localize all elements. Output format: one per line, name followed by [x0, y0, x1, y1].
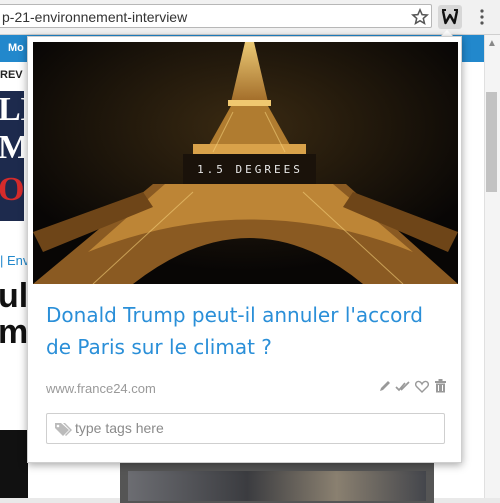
banner-line: OI	[0, 171, 24, 208]
section-label: REV	[0, 69, 23, 81]
breadcrumb[interactable]: | Env	[0, 253, 29, 268]
page-headline: ul m	[0, 278, 28, 350]
headline-line: ul	[0, 277, 29, 315]
site-banner: LE MI OI	[0, 91, 24, 221]
image-caption: 1.5 DEGREES	[197, 163, 303, 176]
banner-line: LE	[0, 91, 24, 128]
delete-trash-icon[interactable]	[434, 379, 447, 393]
wallabag-popup: 1.5 DEGREES Donald Trump peut-il annuler…	[27, 36, 462, 463]
edit-icon[interactable]	[378, 379, 392, 393]
scrollbar-thumb[interactable]	[486, 92, 497, 192]
bookmark-star-icon[interactable]	[411, 8, 429, 26]
wallabag-extension-button[interactable]	[438, 5, 462, 29]
article-actions	[378, 379, 450, 395]
scroll-up-arrow-icon[interactable]: ▲	[487, 38, 497, 49]
nav-label[interactable]: Mo	[8, 42, 24, 54]
article-title[interactable]: Donald Trump peut-il annuler l'accord de…	[46, 299, 451, 363]
mark-read-check-icon[interactable]	[395, 380, 411, 393]
wallabag-w-icon	[441, 9, 459, 25]
tags-icon	[55, 423, 72, 436]
article-image	[120, 463, 434, 503]
eiffel-tower-image: 1.5 DEGREES	[33, 42, 458, 284]
address-bar[interactable]: p-21-environnement-interview	[0, 4, 432, 28]
kebab-menu-icon[interactable]	[478, 8, 486, 26]
article-hero-image: 1.5 DEGREES	[33, 42, 458, 284]
article-domain[interactable]: www.france24.com	[46, 381, 156, 396]
banner-line: MI	[0, 129, 24, 166]
sidebar-image	[0, 430, 28, 498]
address-bar-url[interactable]: p-21-environnement-interview	[2, 9, 187, 25]
browser-toolbar: p-21-environnement-interview	[0, 0, 500, 35]
tags-field[interactable]	[46, 413, 445, 444]
headline-line: m	[0, 313, 29, 351]
tags-input[interactable]	[75, 420, 435, 436]
favorite-heart-icon[interactable]	[415, 380, 429, 393]
